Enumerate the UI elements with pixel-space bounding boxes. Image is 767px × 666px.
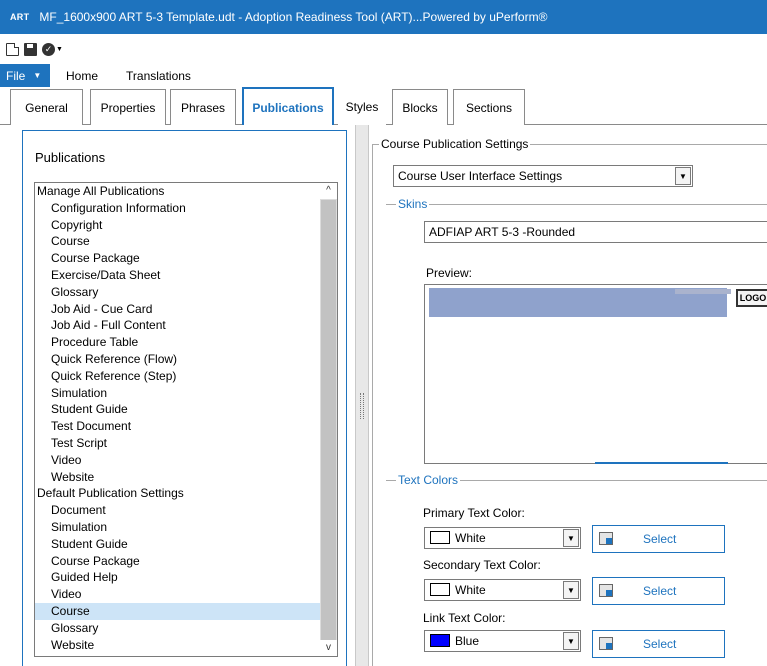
check-icon[interactable]: ✓: [42, 42, 55, 56]
tab-publications[interactable]: Publications: [242, 87, 334, 126]
list-item[interactable]: Course Package: [35, 250, 337, 267]
file-menu-label: File: [6, 68, 26, 83]
primary-color-swatch: [430, 531, 450, 544]
list-item[interactable]: Test Script: [35, 435, 337, 452]
list-item[interactable]: Procedure Table: [35, 334, 337, 351]
title-bar: ART MF_1600x900 ART 5-3 Template.udt - A…: [0, 0, 767, 34]
primary-color-label: Primary Text Color:: [423, 506, 525, 520]
list-item[interactable]: Job Aid - Full Content: [35, 317, 337, 334]
skin-value: ADFIAP ART 5-3 -Rounded: [429, 225, 576, 239]
secondary-color-select-button[interactable]: Select: [592, 577, 725, 605]
file-menu-button[interactable]: File ▼: [0, 64, 50, 87]
list-item[interactable]: Video: [35, 452, 337, 469]
list-item[interactable]: Job Aid - Cue Card: [35, 301, 337, 318]
skins-group-border: [386, 204, 767, 205]
link-color-select-button[interactable]: Select: [592, 630, 725, 658]
secondary-color-select[interactable]: White ▼: [424, 579, 581, 601]
color-picker-icon: [599, 532, 613, 545]
list-item[interactable]: Course: [35, 602, 337, 620]
tab-strip: General Properties Phrases Publications …: [0, 87, 767, 126]
tab-general[interactable]: General: [10, 89, 83, 125]
select-button-label: Select: [643, 584, 677, 598]
secondary-color-swatch: [430, 583, 450, 596]
tab-properties[interactable]: Properties: [90, 89, 166, 125]
settings-group-title: Course Publication Settings: [379, 137, 531, 151]
list-item[interactable]: Course Package: [35, 553, 337, 570]
list-item[interactable]: Test Document: [35, 418, 337, 435]
scrollbar-thumb[interactable]: [321, 200, 336, 640]
list-item[interactable]: Glossary: [35, 620, 337, 637]
primary-color-value: White: [455, 531, 486, 545]
link-color-value: Blue: [455, 634, 480, 648]
preview-logo: LOGO: [736, 289, 767, 307]
primary-color-select[interactable]: White ▼: [424, 527, 581, 549]
secondary-color-value: White: [455, 583, 486, 597]
skin-select[interactable]: ADFIAP ART 5-3 -Rounded: [424, 221, 767, 243]
menu-bar: File ▼ Home Translations: [0, 64, 767, 87]
preview-label: Preview:: [426, 266, 473, 280]
quick-access-toolbar: ✓ ▼: [0, 34, 767, 64]
menu-translations[interactable]: Translations: [126, 69, 191, 83]
chevron-down-icon[interactable]: ▼: [56, 46, 63, 53]
list-item[interactable]: Website: [35, 637, 337, 654]
link-color-label: Link Text Color:: [423, 611, 506, 625]
color-picker-icon: [599, 637, 613, 650]
preview-mini-nav: [675, 289, 731, 294]
list-item[interactable]: Document: [35, 502, 337, 519]
list-item[interactable]: Video: [35, 586, 337, 603]
list-item[interactable]: Guided Help: [35, 569, 337, 586]
tab-sections[interactable]: Sections: [453, 89, 525, 125]
tab-blocks[interactable]: Blocks: [392, 89, 448, 125]
scroll-down-icon[interactable]: v: [320, 640, 337, 656]
scroll-up-icon[interactable]: ^: [320, 183, 337, 199]
window-title: MF_1600x900 ART 5-3 Template.udt - Adopt…: [39, 10, 548, 24]
list-item[interactable]: Copyright: [35, 217, 337, 234]
select-button-label: Select: [643, 637, 677, 651]
preview-scroll-indicator: [595, 462, 728, 464]
select-button-label: Select: [643, 532, 677, 546]
tab-styles[interactable]: Styles: [338, 89, 386, 125]
publications-header: Publications: [35, 150, 106, 165]
list-item[interactable]: Glossary: [35, 284, 337, 301]
list-item[interactable]: Quick Reference (Step): [35, 368, 337, 385]
settings-type-value: Course User Interface Settings: [398, 169, 563, 183]
list-item[interactable]: Configuration Information: [35, 200, 337, 217]
list-item[interactable]: Quick Reference (Flow): [35, 351, 337, 368]
list-item[interactable]: Website: [35, 469, 337, 486]
list-item[interactable]: Student Guide: [35, 536, 337, 553]
color-picker-icon: [599, 584, 613, 597]
list-item[interactable]: Exercise/Data Sheet: [35, 267, 337, 284]
vertical-scrollbar[interactable]: ^ v: [320, 183, 337, 656]
secondary-color-label: Secondary Text Color:: [423, 558, 541, 572]
chevron-down-icon: ▼: [33, 71, 42, 80]
link-color-swatch: [430, 634, 450, 647]
list-item[interactable]: Simulation: [35, 385, 337, 402]
skins-label: Skins: [396, 197, 430, 211]
skin-preview: LOGO: [424, 284, 767, 464]
chevron-down-icon[interactable]: ▼: [563, 632, 579, 650]
chevron-down-icon[interactable]: ▼: [563, 529, 579, 547]
list-item[interactable]: Course: [35, 233, 337, 250]
panel-splitter[interactable]: [355, 125, 369, 666]
tab-phrases[interactable]: Phrases: [170, 89, 236, 125]
publications-list[interactable]: Manage All Publications Configuration Inf…: [34, 182, 338, 657]
save-icon[interactable]: [24, 42, 37, 56]
app-badge: ART: [10, 12, 30, 22]
list-item[interactable]: Manage All Publications: [35, 183, 337, 200]
chevron-down-icon[interactable]: ▼: [675, 167, 691, 185]
list-item[interactable]: Simulation: [35, 519, 337, 536]
splitter-grip-icon[interactable]: [360, 393, 364, 419]
settings-group-border-left: [372, 144, 373, 666]
list-item[interactable]: Student Guide: [35, 401, 337, 418]
link-color-select[interactable]: Blue ▼: [424, 630, 581, 652]
settings-type-select[interactable]: Course User Interface Settings ▼: [393, 165, 693, 187]
chevron-down-icon[interactable]: ▼: [563, 581, 579, 599]
list-item[interactable]: Default Publication Settings: [35, 485, 337, 502]
new-document-icon[interactable]: [6, 42, 19, 56]
text-colors-label: Text Colors: [396, 473, 461, 487]
menu-home[interactable]: Home: [66, 69, 98, 83]
primary-color-select-button[interactable]: Select: [592, 525, 725, 553]
